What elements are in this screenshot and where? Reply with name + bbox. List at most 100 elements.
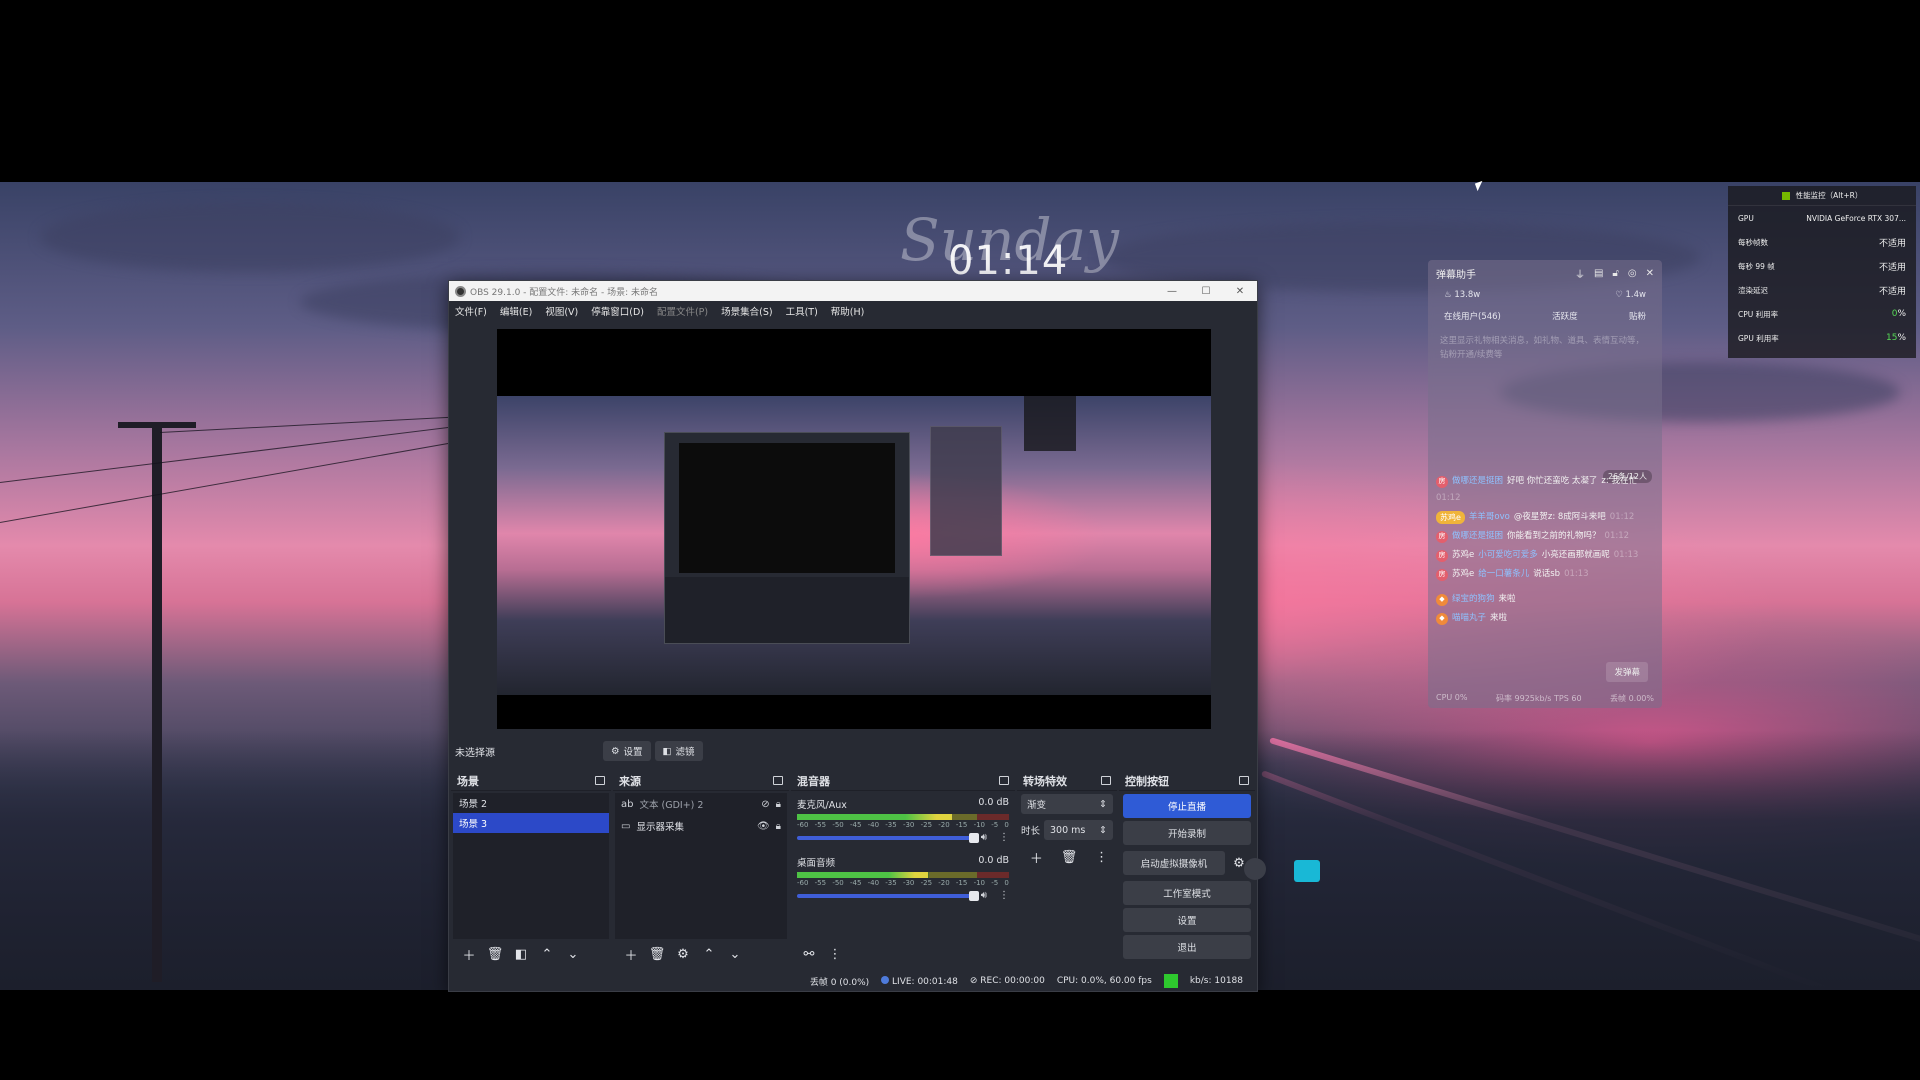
remove-source-icon[interactable]: 🗑 <box>645 943 669 965</box>
studio-mode-button[interactable]: 工作室模式 <box>1123 881 1251 905</box>
add-transition-icon[interactable]: ＋ <box>1025 846 1048 868</box>
exit-button[interactable]: 退出 <box>1123 935 1251 959</box>
add-source-icon[interactable]: ＋ <box>619 943 643 965</box>
remove-transition-icon[interactable]: 🗑 <box>1058 846 1081 868</box>
message-user[interactable]: 羊羊哥ovo <box>1469 511 1510 524</box>
send-danmaku-button[interactable]: 发弹幕 <box>1606 662 1648 682</box>
meter-tick: -15 <box>955 821 968 829</box>
menu-file[interactable]: 文件(F) <box>455 304 487 318</box>
advanced-audio-icon[interactable]: ⚯ <box>797 943 821 965</box>
move-up-icon[interactable]: ⌃ <box>697 943 721 965</box>
unlock-icon[interactable]: 🔓︎ <box>1612 268 1618 279</box>
undock-icon[interactable] <box>1239 776 1249 785</box>
perf-label: GPU <box>1738 213 1754 223</box>
scene-item[interactable]: 场景 2 <box>453 793 609 813</box>
lock-icon[interactable]: 🔒︎ <box>776 821 781 832</box>
channel-name: 桌面音频 <box>797 858 836 869</box>
remove-scene-icon[interactable]: 🗑 <box>483 943 507 965</box>
move-down-icon[interactable]: ⌄ <box>723 943 747 965</box>
filter-icon[interactable]: ⏚ <box>1575 266 1585 281</box>
app-icon[interactable] <box>1244 858 1266 880</box>
meter-tick: -15 <box>955 879 968 887</box>
app-icon[interactable] <box>1294 860 1320 882</box>
source-settings-button[interactable]: ⚙ 设置 <box>603 741 651 761</box>
duration-spinbox[interactable]: 300 ms ⇕ <box>1044 820 1113 840</box>
start-virtual-camera-button[interactable]: 启动虚拟摄像机 <box>1123 851 1225 875</box>
mixer-menu-icon[interactable]: ⋮ <box>823 943 847 965</box>
eye-icon[interactable]: 👁︎ <box>757 821 770 832</box>
volume-slider[interactable] <box>797 890 979 901</box>
menu-scene-collection[interactable]: 场景集合(S) <box>721 304 772 318</box>
wallpaper-cloud <box>40 202 460 272</box>
perf-value: NVIDIA GeForce RTX 307... <box>1806 213 1906 223</box>
message-user[interactable]: 做哪还是挺困 <box>1452 530 1503 543</box>
spinner-icon: ⇕ <box>1099 798 1107 810</box>
scene-context-bar: 未选择源 ⚙ 设置 ◧ 滤镜 <box>449 737 1257 765</box>
message-text: 来啦 <box>1498 594 1516 604</box>
preview-display-capture <box>497 396 1211 695</box>
message-user[interactable]: 给一口薯条儿 <box>1478 568 1529 581</box>
tab-online-users[interactable]: 在线用户(546) <box>1444 310 1501 322</box>
obs-preview[interactable] <box>497 329 1211 729</box>
perf-label: GPU 利用率 <box>1738 333 1779 343</box>
desktop-clock: 01:14 <box>948 238 1069 284</box>
menu-help[interactable]: 帮助(H) <box>831 304 865 318</box>
source-filters-button[interactable]: ◧ 滤镜 <box>654 741 703 761</box>
gift-hint: 这里显示礼物相关消息，如礼物、道具、表情互动等，钻粉开通/续费等 <box>1440 336 1645 360</box>
transition-menu-icon[interactable]: ⋮ <box>1090 846 1113 868</box>
eye-hidden-icon[interactable]: ⊘ <box>761 799 769 810</box>
menu-tools[interactable]: 工具(T) <box>786 304 818 318</box>
minimize-icon[interactable]: — <box>1155 286 1189 297</box>
perf-unit: % <box>1897 333 1906 343</box>
close-icon[interactable]: ✕ <box>1223 286 1257 297</box>
meter-tick: -60 <box>797 879 809 887</box>
undock-icon[interactable] <box>999 776 1009 785</box>
message-user[interactable]: 做哪还是挺困 <box>1452 475 1503 488</box>
menu-view[interactable]: 视图(V) <box>545 304 578 318</box>
more-options-icon[interactable]: ⋮ <box>999 832 1009 843</box>
stop-streaming-button[interactable]: 停止直播 <box>1123 794 1251 818</box>
undock-icon[interactable] <box>1101 776 1111 785</box>
menu-profile[interactable]: 配置文件(P) <box>657 304 708 318</box>
speaker-icon[interactable]: 🔊︎ <box>981 832 987 843</box>
message-text: 你能看到之前的礼物吗？ <box>1507 531 1601 541</box>
move-down-icon[interactable]: ⌄ <box>561 943 585 965</box>
danmaku-message: 房 做哪还是挺困 你能看到之前的礼物吗？ 01:12 <box>1428 527 1662 546</box>
source-item[interactable]: ▭ 显示器采集 👁︎ 🔒︎ <box>615 815 787 837</box>
move-up-icon[interactable]: ⌃ <box>535 943 559 965</box>
tab-fans[interactable]: 贴粉 <box>1629 310 1646 322</box>
menu-edit[interactable]: 编辑(E) <box>500 304 532 318</box>
meter-tick: -45 <box>849 879 862 887</box>
message-time: 01:12 <box>1609 512 1635 522</box>
perf-row: CPU 利用率 0% <box>1728 302 1916 326</box>
obs-title-bar[interactable]: OBS 29.1.0 - 配置文件: 未命名 - 场景: 未命名 — ☐ ✕ <box>449 281 1257 301</box>
source-filters-label: 滤镜 <box>675 747 695 758</box>
volume-slider[interactable] <box>797 832 979 843</box>
meter-scale: -60 -55 -50 -45 -40 -35 -30 -25 -20 -15 -10 -5 0 <box>797 879 1009 887</box>
message-user[interactable]: 喵喵丸子 <box>1452 612 1486 625</box>
transition-select[interactable]: 渐变 ⇕ <box>1021 794 1113 814</box>
source-properties-icon[interactable]: ⚙ <box>671 943 695 965</box>
more-options-icon[interactable]: ⋮ <box>999 890 1009 901</box>
maximize-icon[interactable]: ☐ <box>1189 286 1223 297</box>
close-icon[interactable]: ✕ <box>1646 268 1654 279</box>
gift-icon: ◆ <box>1436 612 1448 625</box>
speaker-icon[interactable]: 🔊︎ <box>981 890 987 901</box>
message-user[interactable]: 绿宝的狗狗 <box>1452 593 1495 606</box>
meter-tick: -55 <box>814 821 827 829</box>
note-icon[interactable]: ▤ <box>1594 268 1603 279</box>
undock-icon[interactable] <box>773 776 783 785</box>
scene-item-selected[interactable]: 场景 3 <box>453 813 609 833</box>
settings-icon[interactable]: ◎ <box>1628 268 1637 279</box>
lock-icon[interactable]: 🔒︎ <box>776 799 781 810</box>
scene-filters-icon[interactable]: ◧ <box>509 943 533 965</box>
menu-docks[interactable]: 停靠窗口(D) <box>591 304 644 318</box>
message-user[interactable]: 小可爱吃可爱多 <box>1478 549 1538 562</box>
settings-button[interactable]: 设置 <box>1123 908 1251 932</box>
add-scene-icon[interactable]: ＋ <box>457 943 481 965</box>
start-recording-button[interactable]: 开始录制 <box>1123 821 1251 845</box>
obs-logo-icon <box>455 285 466 297</box>
source-item[interactable]: ab 文本 (GDI+) 2 ⊘ 🔒︎ <box>615 793 787 815</box>
undock-icon[interactable] <box>595 776 605 785</box>
tab-activity[interactable]: 活跃度 <box>1552 310 1578 322</box>
